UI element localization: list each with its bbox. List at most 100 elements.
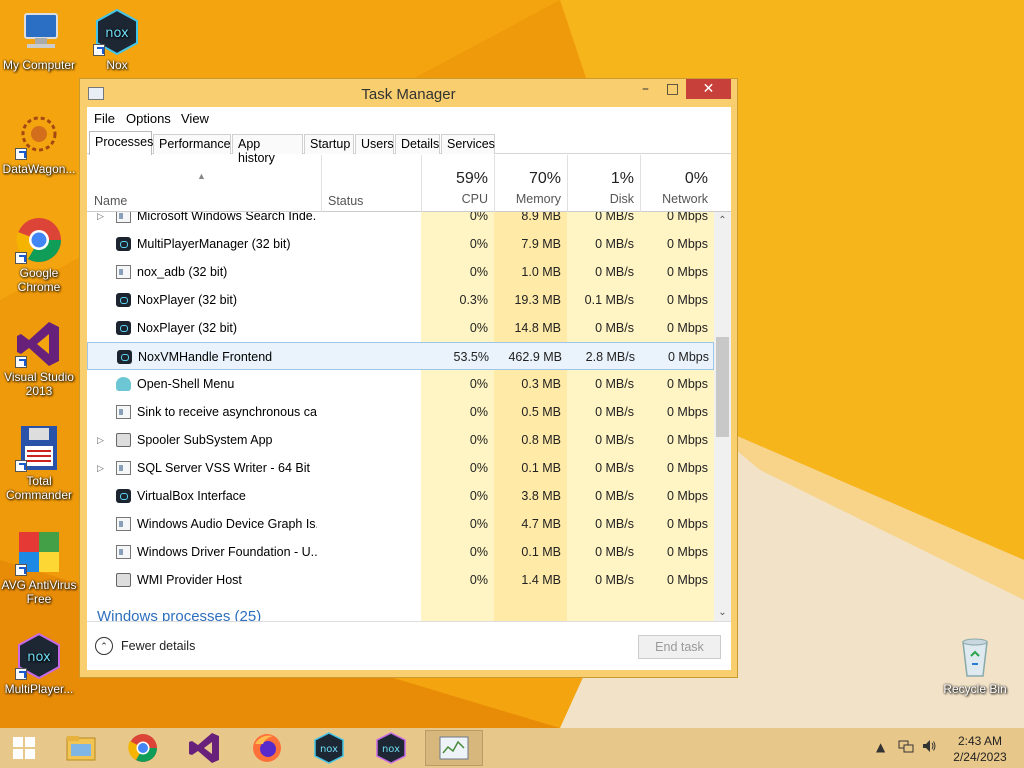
nox-icon (116, 237, 131, 251)
table-row[interactable]: NoxVMHandle Frontend 53.5% 462.9 MB 2.8 MB/… (87, 342, 714, 370)
window-icon (116, 517, 131, 531)
taskbar: nox nox ▲ 2:43 AM 2/24/2023 (0, 728, 1024, 768)
desktop-icon-visual-studio[interactable]: Visual Studio 2013 (1, 320, 77, 398)
column-network[interactable]: 0% Network (640, 155, 714, 212)
column-name[interactable]: Name (87, 155, 321, 212)
tab-details[interactable]: Details (395, 134, 440, 154)
process-memory: 0.8 MB (521, 433, 561, 447)
menu-file[interactable]: File (94, 111, 115, 126)
process-disk: 0 MB/s (595, 377, 634, 391)
table-row[interactable]: Open-Shell Menu 0% 0.3 MB 0 MB/s 0 Mbps (87, 370, 714, 398)
table-row[interactable]: Windows Audio Device Graph Is... 0% 4.7 MB… (87, 510, 714, 538)
network-icon[interactable] (898, 738, 914, 757)
taskbar-nox-multiplayer[interactable]: nox (369, 730, 413, 766)
tab-users[interactable]: Users (355, 134, 394, 154)
menu-options[interactable]: Options (126, 111, 171, 126)
process-memory: 19.3 MB (514, 293, 561, 307)
tab-services[interactable]: Services (441, 134, 495, 154)
taskbar-task-manager[interactable] (425, 730, 483, 766)
desktop-icon-label: My Computer (2, 58, 76, 72)
start-button[interactable] (2, 730, 46, 766)
desktop-icon-datawagon[interactable]: DataWagon... (1, 112, 77, 176)
expand-chevron-icon[interactable]: ▷ (97, 454, 104, 482)
svg-text:nox: nox (320, 744, 338, 755)
task-manager-body: File Options View Processes Performance … (87, 107, 731, 670)
process-network: 0 Mbps (667, 265, 708, 279)
tab-performance[interactable]: Performance (153, 134, 231, 154)
desktop-icon-total-commander[interactable]: Total Commander (1, 424, 77, 502)
scroll-thumb[interactable] (716, 337, 729, 437)
maximize-button[interactable]: □ (659, 79, 686, 99)
desktop-icon-avg[interactable]: AVG AntiVirus Free (1, 528, 77, 606)
volume-icon[interactable] (921, 738, 937, 757)
desktop-icon-recycle-bin[interactable]: Recycle Bin (937, 632, 1013, 696)
process-name: nox_adb (32 bit) (137, 265, 228, 279)
process-memory: 3.8 MB (521, 489, 561, 503)
network-total: 0% (684, 170, 708, 187)
process-memory: 1.4 MB (521, 573, 561, 587)
process-name: VirtualBox Interface (137, 489, 246, 503)
taskbar-chrome[interactable] (121, 730, 165, 766)
table-row[interactable]: ▷ SQL Server VSS Writer - 64 Bit 0% 0.1 MB 0… (87, 454, 714, 482)
end-task-button[interactable]: End task (638, 635, 721, 659)
desktop-icon-my-computer[interactable]: My Computer (1, 8, 77, 72)
table-row[interactable]: VirtualBox Interface 0% 3.8 MB 0 MB/s 0 Mbps (87, 482, 714, 510)
taskbar-firefox[interactable] (245, 730, 289, 766)
task-manager-window: Task Manager – □ ✕ File Options View Pro… (79, 78, 738, 678)
process-network: 0 Mbps (667, 321, 708, 335)
taskbar-file-explorer[interactable] (59, 730, 103, 766)
table-row[interactable]: ▷ Microsoft Windows Search Inde... 0% 8.9 M… (87, 212, 714, 230)
column-cpu[interactable]: 59% CPU (421, 155, 494, 212)
system-clock[interactable]: 2:43 AM 2/24/2023 (944, 733, 1016, 765)
taskbar-visual-studio[interactable] (183, 730, 227, 766)
table-row[interactable]: Windows Driver Foundation - U... 0% 0.1 MB… (87, 538, 714, 566)
close-button[interactable]: ✕ (686, 79, 731, 99)
scroll-up-icon[interactable]: ⌃ (714, 212, 731, 229)
table-row[interactable]: MultiPlayerManager (32 bit) 0% 7.9 MB 0 MB/… (87, 230, 714, 258)
desktop-icon-label: Nox (106, 58, 128, 72)
cpu-total: 59% (455, 170, 488, 187)
group-header-windows-processes[interactable]: Windows processes (25) (97, 608, 261, 621)
vertical-scrollbar[interactable]: ⌃ ⌄ (714, 212, 731, 621)
table-row[interactable]: WMI Provider Host 0% 1.4 MB 0 MB/s 0 Mbps (87, 566, 714, 594)
table-row[interactable]: NoxPlayer (32 bit) 0.3% 19.3 MB 0.1 MB/s 0 M… (87, 286, 714, 314)
taskbar-nox[interactable]: nox (307, 730, 351, 766)
tab-app-history[interactable]: App history (232, 134, 303, 165)
chevron-up-icon[interactable]: ⌃ (95, 637, 113, 655)
column-disk[interactable]: 1% Disk (567, 155, 640, 212)
nox-icon (117, 350, 132, 364)
expand-chevron-icon[interactable]: ▷ (97, 212, 104, 230)
title-bar[interactable]: Task Manager – □ ✕ (80, 79, 737, 107)
tab-startup[interactable]: Startup (304, 134, 354, 154)
fewer-details-link[interactable]: Fewer details (121, 639, 195, 653)
table-row[interactable]: ▷ Spooler SubSystem App 0% 0.8 MB 0 MB/s 0 Mb… (87, 426, 714, 454)
process-memory: 7.9 MB (521, 237, 561, 251)
table-row[interactable]: NoxPlayer (32 bit) 0% 14.8 MB 0 MB/s 0 Mbps (87, 314, 714, 342)
table-row[interactable]: nox_adb (32 bit) 0% 1.0 MB 0 MB/s 0 Mbps (87, 258, 714, 286)
process-cpu: 0% (469, 517, 488, 531)
column-status[interactable]: Status (322, 155, 421, 212)
column-memory[interactable]: 70% Memory (494, 155, 567, 212)
window-icon (116, 212, 131, 223)
printer-icon (116, 573, 131, 587)
svg-text:nox: nox (382, 744, 400, 755)
menu-view[interactable]: View (181, 111, 209, 126)
svg-text:nox: nox (27, 650, 51, 665)
process-name: Open-Shell Menu (137, 377, 235, 391)
desktop-icon-chrome[interactable]: Google Chrome (1, 216, 77, 294)
process-network: 0 Mbps (667, 377, 708, 391)
expand-chevron-icon[interactable]: ▷ (97, 426, 104, 454)
minimize-button[interactable]: – (632, 79, 659, 99)
table-row[interactable]: Sink to receive asynchronous ca... 0% 0.5 … (87, 398, 714, 426)
menu-bar: File Options View (87, 107, 731, 129)
process-cpu: 0% (469, 573, 488, 587)
show-hidden-icons-icon[interactable]: ▲ (876, 740, 885, 754)
tab-processes[interactable]: Processes (89, 131, 153, 155)
desktop-icon-multiplayer[interactable]: nox MultiPlayer... (1, 632, 77, 696)
scroll-down-icon[interactable]: ⌄ (714, 604, 731, 621)
process-name: Sink to receive asynchronous ca... (137, 405, 317, 419)
process-cpu: 0.3% (459, 293, 489, 307)
process-memory: 1.0 MB (521, 265, 561, 279)
process-disk: 0 MB/s (595, 573, 634, 587)
desktop-icon-nox[interactable]: nox Nox (79, 8, 155, 72)
